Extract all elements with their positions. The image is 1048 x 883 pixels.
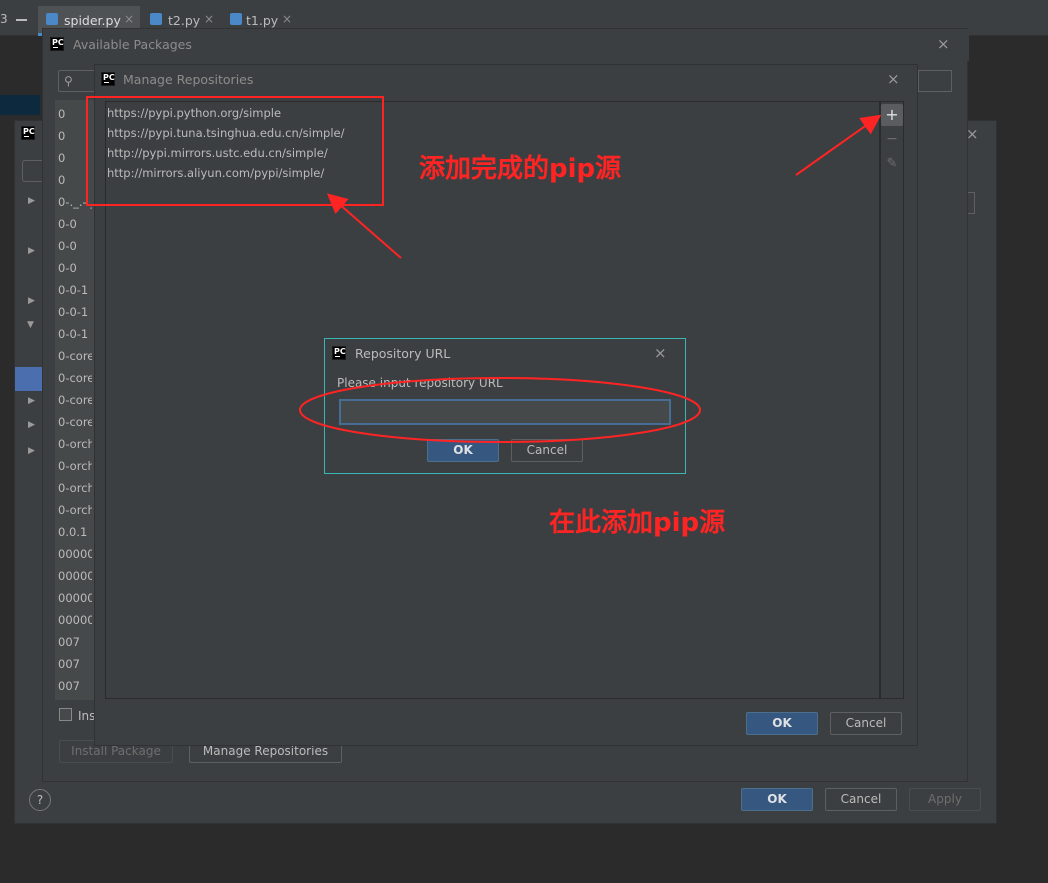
python-file-icon [150, 13, 162, 25]
package-list-item[interactable]: 0-orch [58, 503, 92, 517]
pycharm-logo-icon: PC [21, 126, 35, 140]
annotation-box [86, 96, 384, 206]
package-list-item[interactable]: 0-core [58, 349, 92, 363]
search-icon: ⚲ [64, 74, 73, 88]
tree-expand-icon[interactable]: ▶ [28, 196, 35, 206]
package-list-item[interactable]: 007 [58, 679, 92, 693]
search-field-right[interactable] [918, 70, 952, 92]
install-to-label: Ins [78, 709, 96, 723]
package-list-item[interactable]: 0-core [58, 371, 92, 385]
tree-expand-icon[interactable]: ▶ [28, 296, 35, 306]
pycharm-logo-icon: PC [50, 37, 64, 51]
python-file-icon [230, 13, 242, 25]
help-button[interactable]: ? [29, 789, 51, 811]
tree-expand-icon[interactable]: ▶ [28, 446, 35, 456]
settings-ok-button[interactable]: OK [741, 788, 813, 811]
tree-collapse-icon[interactable]: ▼ [27, 320, 34, 330]
tab-label: t1.py [246, 13, 279, 28]
ide-selection-strip [0, 95, 40, 115]
edit-repository-button[interactable]: ✎ [881, 156, 903, 176]
dialog-title: Available Packages [73, 37, 192, 52]
package-list-item[interactable]: 0-0-1 [58, 327, 92, 341]
close-icon[interactable]: × [654, 346, 667, 361]
repositories-cancel-button[interactable]: Cancel [830, 712, 902, 735]
close-tab-icon[interactable]: × [282, 12, 292, 26]
package-list-item[interactable]: 0-orch [58, 481, 92, 495]
search-field[interactable]: ⚲ [58, 70, 96, 92]
package-list-item[interactable]: 0-0 [58, 217, 92, 231]
ide-right-panel [997, 36, 1048, 776]
ide-left-glyph: 3 [0, 12, 8, 26]
tree-expand-icon[interactable]: ▶ [28, 420, 35, 430]
minus-icon: − [886, 131, 898, 147]
url-prompt-label: Please input repository URL [337, 376, 503, 390]
help-icon: ? [36, 793, 44, 807]
package-list-item[interactable]: 007 [58, 635, 92, 649]
pycharm-logo-icon: PC [101, 72, 115, 86]
package-list-item[interactable]: 0-0-1 [58, 283, 92, 297]
tree-expand-icon[interactable]: ▶ [28, 246, 35, 256]
url-ok-button[interactable]: OK [427, 439, 499, 462]
package-list-item[interactable]: 0-0 [58, 239, 92, 253]
package-list-item[interactable]: 0-0 [58, 261, 92, 275]
package-list-item[interactable]: 0-core [58, 415, 92, 429]
package-list-item[interactable]: 00000 [58, 547, 92, 561]
package-list-item[interactable]: 0.0.1 [58, 525, 92, 539]
package-list-item[interactable]: 0-orch [58, 459, 92, 473]
package-list-item[interactable]: 007 [58, 657, 92, 671]
package-list-item[interactable]: 00000 [58, 569, 92, 583]
close-tab-icon[interactable]: × [204, 12, 214, 26]
close-tab-icon[interactable]: × [124, 12, 134, 26]
annotation-add-here: 在此添加pip源 [549, 508, 726, 538]
tree-expand-icon[interactable]: ▶ [28, 396, 35, 406]
settings-apply-button[interactable]: Apply [909, 788, 981, 811]
remove-repository-button[interactable]: − [881, 131, 903, 151]
pencil-icon: ✎ [886, 156, 898, 171]
dialog-title: Manage Repositories [123, 72, 254, 87]
tab-label: spider.py [64, 13, 121, 28]
install-to-checkbox[interactable] [59, 708, 72, 721]
pycharm-logo-icon: PC [332, 346, 346, 360]
dialog-title: Repository URL [355, 346, 451, 361]
sidebar-selected-item [15, 367, 43, 391]
close-icon[interactable]: × [937, 37, 950, 52]
package-list-item[interactable]: 0-core [58, 393, 92, 407]
repository-toolbar [880, 101, 904, 699]
annotation-added-sources: 添加完成的pip源 [419, 154, 622, 184]
plus-icon: + [885, 105, 899, 124]
tab-label: t2.py [168, 13, 201, 28]
python-file-icon [46, 13, 58, 25]
add-repository-button[interactable]: + [881, 104, 903, 126]
close-icon[interactable]: × [887, 72, 900, 87]
minimize-icon[interactable] [16, 19, 27, 21]
url-cancel-button[interactable]: Cancel [511, 439, 583, 462]
search-icon[interactable] [22, 160, 44, 182]
package-list-item[interactable]: 00000 [58, 591, 92, 605]
package-list-item[interactable]: 00000 [58, 613, 92, 627]
settings-sidebar [15, 121, 43, 741]
package-list-item[interactable]: 0-0-1 [58, 305, 92, 319]
repository-url-input[interactable] [339, 399, 671, 425]
package-list-item[interactable]: 0-orch [58, 437, 92, 451]
settings-cancel-button[interactable]: Cancel [825, 788, 897, 811]
repositories-ok-button[interactable]: OK [746, 712, 818, 735]
